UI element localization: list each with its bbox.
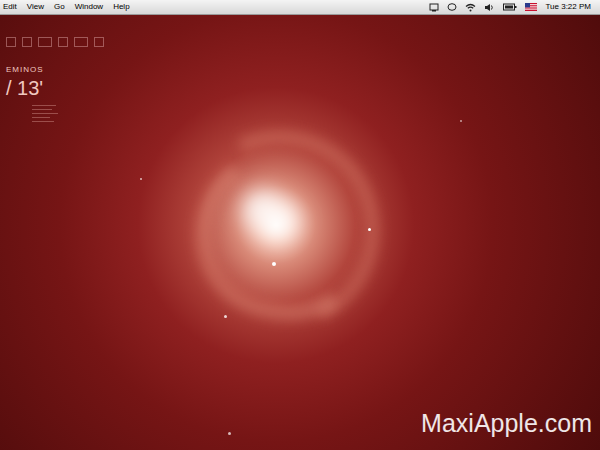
star — [228, 432, 231, 435]
battery-icon[interactable] — [503, 3, 517, 11]
flag-icon[interactable] — [525, 3, 537, 11]
wifi-icon[interactable] — [465, 3, 476, 12]
degree-label: / 13' — [6, 77, 600, 99]
menu-clock[interactable]: Tue 3:22 PM — [545, 0, 591, 14]
wallpaper — [0, 0, 600, 450]
display-icon[interactable] — [429, 3, 439, 12]
astro-widget: EMINOS / 13' — [0, 15, 600, 122]
star — [368, 228, 371, 231]
star — [460, 120, 462, 122]
menu-item[interactable]: Edit — [3, 0, 17, 14]
star — [272, 262, 276, 266]
menu-item[interactable]: Go — [54, 0, 65, 14]
chat-icon[interactable] — [447, 3, 457, 12]
menu-item[interactable]: Help — [113, 0, 129, 14]
watermark: MaxiApple.com — [421, 408, 592, 438]
menu-item[interactable]: Window — [75, 0, 103, 14]
menu-item[interactable]: View — [27, 0, 44, 14]
star — [140, 178, 142, 180]
desktop: Edit View Go Window Help Tue 3:22 PM EMINOS … — [0, 0, 600, 450]
star — [224, 315, 227, 318]
volume-icon[interactable] — [484, 3, 495, 12]
menu-bar: Edit View Go Window Help Tue 3:22 PM — [0, 0, 600, 15]
constellation-label: EMINOS — [6, 65, 600, 75]
